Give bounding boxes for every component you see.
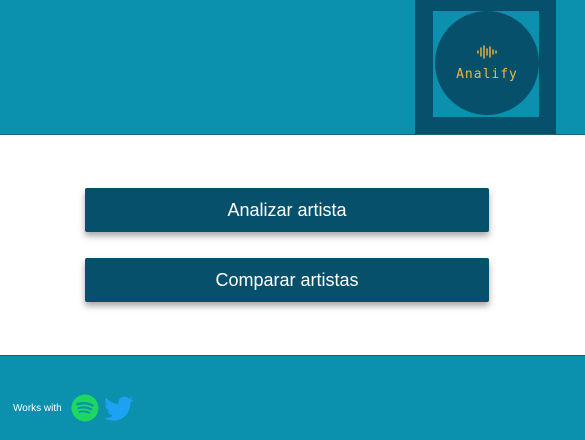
footer: Works with (0, 355, 585, 440)
spotify-icon (71, 394, 99, 422)
logo-circle: Analify (435, 11, 539, 115)
logo[interactable]: Analify (415, 0, 556, 134)
logo-text: Analify (456, 67, 518, 82)
header: Analify (0, 0, 585, 135)
twitter-icon (104, 396, 134, 421)
spotify-link[interactable] (71, 394, 99, 422)
sound-wave-icon (477, 45, 497, 59)
logo-background: Analify (433, 11, 539, 117)
twitter-link[interactable] (104, 396, 134, 422)
works-with-label: Works with (13, 403, 62, 414)
main-content: Analizar artista Comparar artistas (0, 135, 585, 354)
analyze-artist-button[interactable]: Analizar artista (85, 188, 489, 232)
compare-artists-button[interactable]: Comparar artistas (85, 258, 489, 302)
